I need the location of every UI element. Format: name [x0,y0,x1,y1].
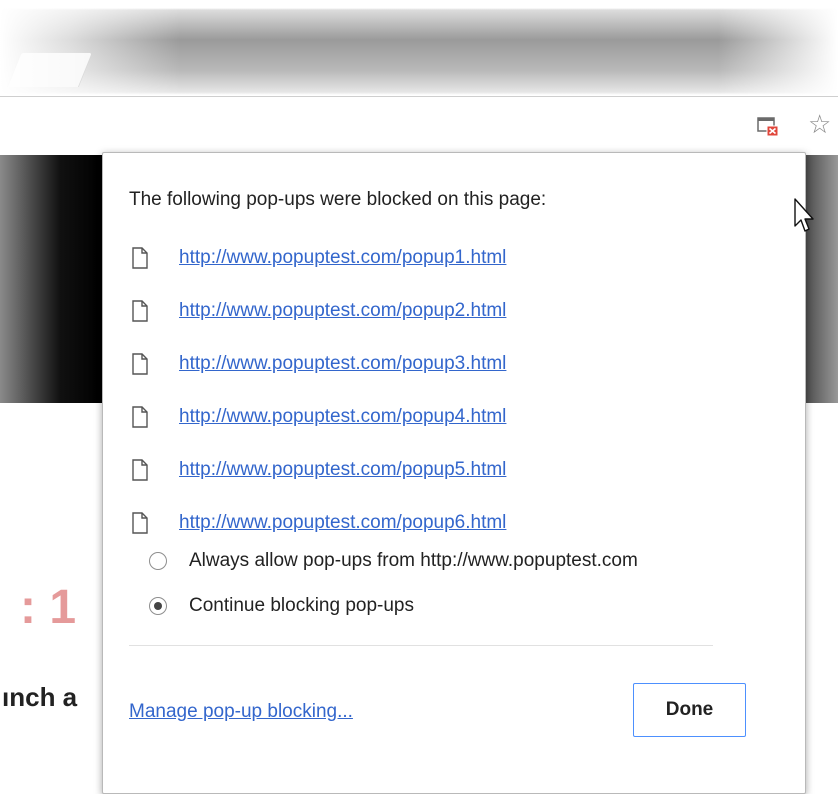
popup-link[interactable]: http://www.popuptest.com/popup5.html [179,459,506,481]
popup-blocked-icon[interactable] [757,117,779,137]
divider [129,645,713,646]
tab-strip-fade-right [718,0,838,95]
done-button[interactable]: Done [633,683,746,737]
list-item: http://www.popuptest.com/popup1.html [131,231,791,284]
list-item: http://www.popuptest.com/popup2.html [131,284,791,337]
tab-strip [0,0,838,95]
manage-popup-blocking-link[interactable]: Manage pop-up blocking... [129,701,353,723]
page-text-fragment: ınch a [2,682,78,712]
radio-always-allow[interactable] [149,552,167,570]
list-item: http://www.popuptest.com/popup4.html [131,390,791,443]
popup-blocked-bubble: The following pop-ups were blocked on th… [102,152,806,794]
popup-link[interactable]: http://www.popuptest.com/popup4.html [179,406,506,428]
popup-link[interactable]: http://www.popuptest.com/popup2.html [179,300,506,322]
option-label: Continue blocking pop-ups [189,595,414,616]
document-icon [132,299,148,322]
list-item: http://www.popuptest.com/popup5.html [131,443,791,496]
option-always-allow[interactable]: Always allow pop-ups from http://www.pop… [149,550,638,572]
document-icon [132,458,148,481]
document-icon [132,352,148,375]
browser-toolbar [0,96,838,156]
list-item: http://www.popuptest.com/popup6.html [131,496,791,549]
option-continue-blocking[interactable]: Continue blocking pop-ups [149,595,414,617]
tab-strip-fade-left [0,0,180,95]
mouse-cursor-icon [794,198,814,232]
popup-link[interactable]: http://www.popuptest.com/popup6.html [179,512,506,534]
list-item: http://www.popuptest.com/popup3.html [131,337,791,390]
document-icon [132,246,148,269]
document-icon [132,511,148,534]
radio-continue-blocking[interactable] [149,597,167,615]
blocked-popup-list: http://www.popuptest.com/popup1.html htt… [131,231,791,549]
popup-title: The following pop-ups were blocked on th… [129,189,547,210]
popup-link[interactable]: http://www.popuptest.com/popup1.html [179,247,506,269]
page-heading-fragment: : 1 [20,581,77,634]
document-icon [132,405,148,428]
popup-link[interactable]: http://www.popuptest.com/popup3.html [179,353,506,375]
star-icon[interactable]: ☆ [808,110,831,140]
option-label: Always allow pop-ups from http://www.pop… [189,550,638,571]
